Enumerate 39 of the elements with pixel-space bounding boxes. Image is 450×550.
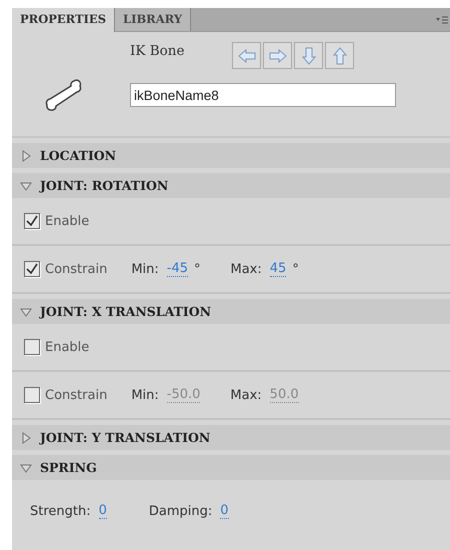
panel-tab[interactable]: LIBRARY [115,8,192,31]
panel-tab[interactable]: PROPERTIES [12,8,115,32]
section-title: JOINT: X TRANSLATION [40,304,212,319]
parent-button[interactable] [325,42,354,69]
next-button[interactable] [263,42,292,69]
degree-unit: ° [292,262,299,276]
checkbox-label: Enable [45,340,90,354]
child-button[interactable] [294,42,324,69]
right-arrow-icon [268,48,287,62]
damping-label: Damping: [148,504,212,518]
name-field[interactable]: ikBoneName8 [130,83,396,107]
min-label: Min: [131,388,159,402]
section-title: LOCATION [40,148,116,163]
checkbox[interactable] [24,213,40,229]
checkbox[interactable] [24,261,40,277]
section-header[interactable]: JOINT: X TRANSLATION [12,299,450,324]
section-title: JOINT: ROTATION [40,178,168,193]
section-header[interactable]: JOINT: ROTATION [12,173,450,198]
section-header[interactable]: SPRING [12,455,450,480]
strength-label: Strength: [30,504,91,518]
section-title: JOINT: Y TRANSLATION [40,430,210,445]
section-header[interactable]: JOINT: Y TRANSLATION [12,425,450,450]
min-label: Min: [131,262,159,276]
down-arrow-icon [302,46,316,64]
checkbox-label: Constrain [45,262,108,276]
section-title: SPRING [40,460,97,475]
checkbox-label: Constrain [45,388,108,402]
bone-icon [44,78,84,112]
max-label: Max: [230,262,262,276]
max-label: Max: [230,388,262,402]
panel-menu-icon[interactable] [436,14,448,24]
checkbox-label: Enable [45,214,90,228]
checkbox[interactable] [24,339,40,355]
degree-unit: ° [194,262,200,276]
left-arrow-icon [238,48,256,62]
object-type-label: IK Bone [130,42,184,58]
up-arrow-icon [332,46,347,64]
previous-button[interactable] [232,42,262,69]
section-header[interactable]: LOCATION [12,143,450,168]
